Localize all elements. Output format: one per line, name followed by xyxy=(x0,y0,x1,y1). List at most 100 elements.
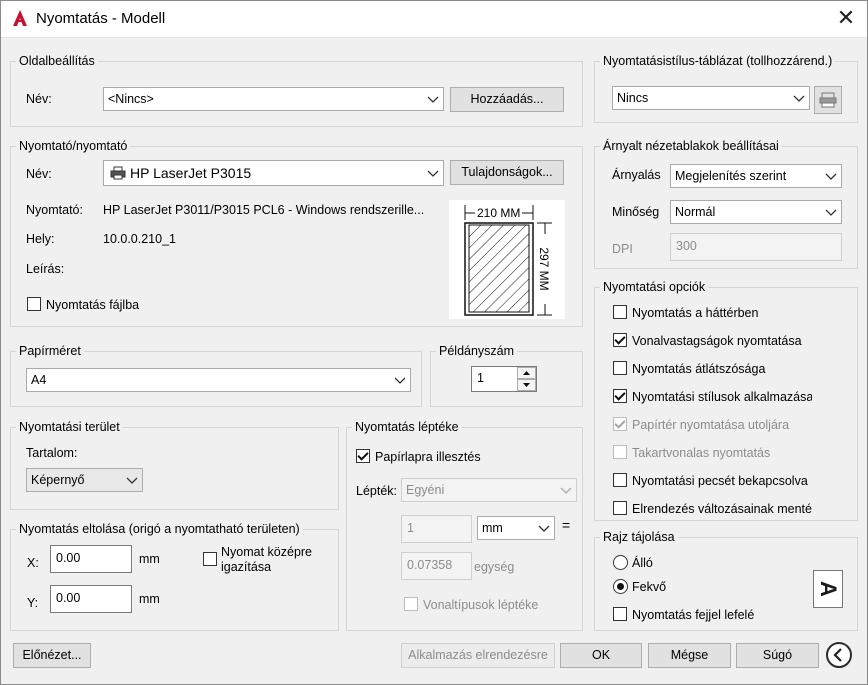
printer-icon xyxy=(110,166,126,180)
scale-unit-dropdown[interactable]: mm xyxy=(477,516,555,540)
plot-option-checkbox[interactable] xyxy=(613,305,627,319)
orientation-group-label: Rajz tájolása xyxy=(600,530,678,544)
landscape-radio[interactable] xyxy=(613,579,628,594)
help-button[interactable]: Súgó xyxy=(736,643,819,668)
fit-to-paper-checkbox[interactable] xyxy=(356,449,370,463)
scale-drawing-units-input[interactable]: 0.07358 xyxy=(401,552,472,580)
page-setup-name-label: Név: xyxy=(26,92,52,106)
plot-option-checkbox[interactable] xyxy=(613,417,627,431)
offset-x-input[interactable]: 0.00 xyxy=(50,545,132,573)
description-label: Leírás: xyxy=(26,262,65,276)
ok-button[interactable]: OK xyxy=(560,643,642,668)
upside-down-checkbox[interactable] xyxy=(613,607,627,621)
scale-dropdown[interactable]: Egyéni xyxy=(401,478,577,502)
plot-options-group-label: Nyomtatási opciók xyxy=(600,280,709,294)
plot-option-label: Nyomtatási stílusok alkalmazása xyxy=(632,390,812,404)
plot-style-table-group-label: Nyomtatásistílus-táblázat (tollhozzárend… xyxy=(600,54,836,68)
plot-style-table-dropdown[interactable]: Nincs xyxy=(612,86,810,110)
plot-option-label: Nyomtatás a háttérben xyxy=(632,306,759,320)
plot-option-checkbox[interactable] xyxy=(613,333,627,347)
scale-value: Egyéni xyxy=(406,483,445,497)
cancel-button[interactable]: Mégse xyxy=(648,643,731,668)
center-plot-label-line1: Nyomat középre xyxy=(221,545,313,559)
apply-to-layout-button[interactable]: Alkalmazás elrendezésre xyxy=(401,643,555,668)
upside-down-label: Nyomtatás fejjel lefelé xyxy=(632,608,755,622)
offset-x-unit: mm xyxy=(139,552,160,566)
chevron-down-icon xyxy=(427,170,439,177)
chevron-down-icon xyxy=(394,377,406,384)
shade-plot-dropdown[interactable]: Megjelenítés szerint xyxy=(670,164,842,188)
scale-equals: = xyxy=(562,517,571,533)
page-setup-group-label: Oldalbeállítás xyxy=(16,54,98,68)
collapse-options-button[interactable] xyxy=(826,642,852,668)
fit-to-paper-label: Papírlapra illesztés xyxy=(375,450,481,464)
preview-button[interactable]: Előnézet... xyxy=(13,643,91,668)
offset-y-label: Y: xyxy=(27,596,39,610)
scale-lineweights-label: Vonaltípusok léptéke xyxy=(423,598,539,612)
quality-dropdown[interactable]: Normál xyxy=(670,200,842,224)
copies-group-label: Példányszám xyxy=(436,344,518,358)
paper-size-dropdown[interactable]: A4 xyxy=(26,368,411,392)
printer-name-value: HP LaserJet P3015 xyxy=(130,165,252,181)
chevron-left-icon xyxy=(833,648,842,662)
copies-spin-up[interactable] xyxy=(517,367,536,379)
plot-option-checkbox[interactable] xyxy=(613,501,627,515)
where-value: 10.0.0.210_1 xyxy=(103,232,176,246)
plot-to-file-checkbox[interactable] xyxy=(27,297,41,311)
plotter-label: Nyomtató: xyxy=(26,203,83,217)
center-plot-checkbox[interactable] xyxy=(203,552,217,566)
orientation-icon-letter: A xyxy=(815,581,841,597)
chevron-down-icon xyxy=(538,525,550,532)
what-to-plot-value: Képernyő xyxy=(31,473,85,487)
plot-option-label: Nyomtatási pecsét bekapcsolva xyxy=(632,474,808,488)
chevron-down-icon xyxy=(560,487,572,494)
printer-properties-button[interactable]: Tulajdonságok... xyxy=(450,160,564,185)
scale-value1: 1 xyxy=(407,521,414,535)
dpi-label: DPI xyxy=(612,242,633,256)
plot-option-checkbox[interactable] xyxy=(613,389,627,403)
printer-name-dropdown[interactable]: HP LaserJet P3015 xyxy=(103,160,444,186)
page-setup-name-value: <Nincs> xyxy=(108,92,154,106)
chevron-down-icon xyxy=(126,477,138,484)
plot-option-label: Elrendezés változásainak mentése xyxy=(632,502,812,516)
chevron-down-icon xyxy=(825,173,837,180)
copies-value: 1 xyxy=(477,371,484,385)
plot-option-checkbox[interactable] xyxy=(613,361,627,375)
close-icon[interactable]: ✕ xyxy=(832,5,860,33)
plotter-value: HP LaserJet P3011/P3015 PCL6 - Windows r… xyxy=(103,203,425,217)
paper-height-label: 297 MM xyxy=(537,234,551,304)
dpi-value: 300 xyxy=(676,239,697,253)
add-page-setup-button[interactable]: Hozzáadás... xyxy=(450,87,564,112)
quality-label: Minőség xyxy=(612,205,660,219)
plot-option-label: Takartvonalas nyomtatás xyxy=(632,446,771,460)
scale-label: Lépték: xyxy=(356,484,398,498)
portrait-radio[interactable] xyxy=(613,555,628,570)
printer-group-label: Nyomtató/nyomtató xyxy=(16,139,131,153)
chevron-down-icon xyxy=(825,209,837,216)
offset-x-value: 0.00 xyxy=(56,551,81,565)
shaded-viewport-group-label: Árnyalt nézetablakok beállításai xyxy=(600,139,782,153)
copies-spin-down[interactable] xyxy=(517,379,536,391)
scale-lineweights-checkbox[interactable] xyxy=(404,597,418,611)
page-setup-name-dropdown[interactable]: <Nincs> xyxy=(103,87,444,111)
edit-plot-style-button[interactable] xyxy=(814,86,842,114)
autocad-logo-icon xyxy=(11,9,29,27)
plot-area-group-label: Nyomtatási terület xyxy=(16,420,123,434)
scale-unit-value: mm xyxy=(482,521,503,535)
plot-style-edit-icon xyxy=(819,92,837,108)
landscape-label: Fekvő xyxy=(632,580,667,594)
center-plot-label-line2: igazítása xyxy=(221,560,272,574)
paper-size-value: A4 xyxy=(31,373,47,387)
plot-option-checkbox[interactable] xyxy=(613,473,627,487)
scale-value2: 0.07358 xyxy=(407,558,453,572)
offset-x-label: X: xyxy=(27,556,39,570)
offset-y-input[interactable]: 0.00 xyxy=(50,585,132,613)
plot-scale-group-label: Nyomtatás léptéke xyxy=(352,420,462,434)
what-to-plot-dropdown[interactable]: Képernyő xyxy=(26,468,143,492)
what-to-plot-label: Tartalom: xyxy=(26,446,78,460)
dpi-input[interactable]: 300 xyxy=(670,233,842,261)
plot-to-file-label: Nyomtatás fájlba xyxy=(46,298,140,312)
plot-option-checkbox[interactable] xyxy=(613,445,627,459)
printer-name-label: Név: xyxy=(26,167,52,181)
scale-paper-units-input[interactable]: 1 xyxy=(401,515,472,543)
